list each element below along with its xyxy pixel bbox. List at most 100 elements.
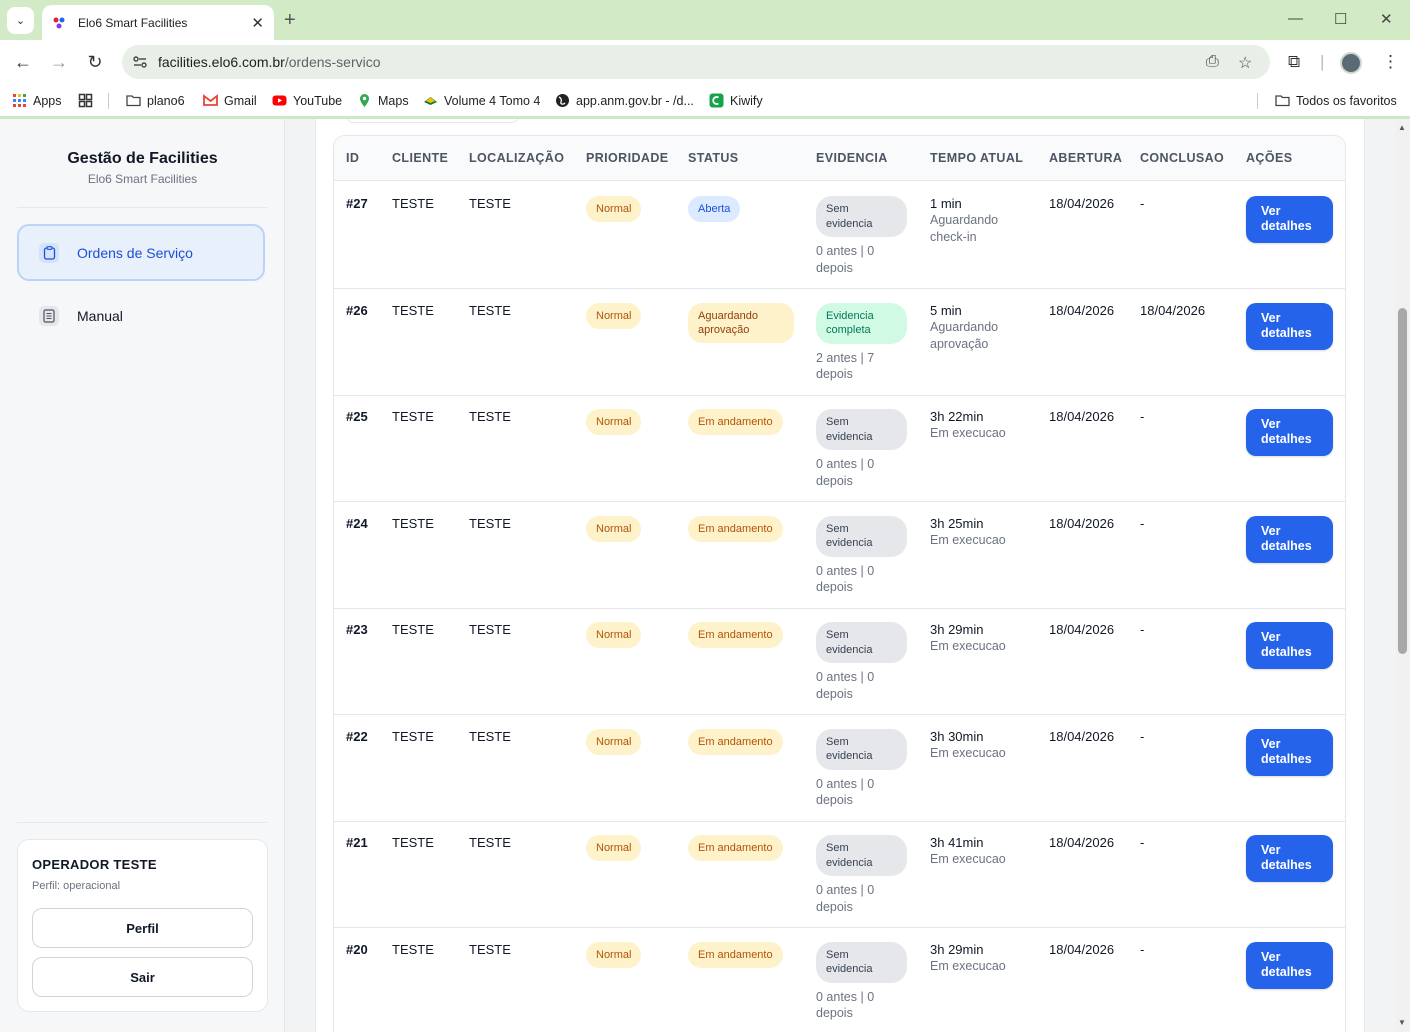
- status-badge: Em andamento: [688, 515, 783, 542]
- site-settings-icon[interactable]: [131, 53, 149, 71]
- table-row: #27 TESTE TESTE Normal Aberta Sem evidencia 0 …: [334, 182, 1345, 289]
- priority-badge: Normal: [586, 941, 642, 968]
- view-details-button[interactable]: Ver detalhes: [1246, 622, 1333, 669]
- opening-date: 18/04/2026: [1049, 196, 1115, 211]
- user-card: OPERADOR TESTE Perfil: operacional Perfi…: [17, 839, 268, 1012]
- current-time-status: Em execucao: [930, 639, 1006, 653]
- extensions-icon[interactable]: ⧉: [1288, 52, 1300, 72]
- scroll-down-arrow-icon[interactable]: ▼: [1398, 1018, 1406, 1027]
- priority-badge: Normal: [586, 622, 642, 648]
- order-location: TESTE: [469, 728, 511, 744]
- bookmark-plano6[interactable]: plano6: [126, 93, 185, 108]
- bookmark-volume[interactable]: Volume 4 Tomo 4: [423, 93, 540, 108]
- priority-badge: Normal: [586, 835, 642, 861]
- current-time-status: Em execucao: [930, 958, 1006, 973]
- clipboard-icon: [39, 242, 59, 263]
- close-window-icon[interactable]: ✕: [1380, 10, 1393, 28]
- profile-avatar[interactable]: [1340, 52, 1362, 74]
- status-badge: Em andamento: [688, 728, 783, 755]
- apps-grid-icon: [13, 94, 26, 107]
- bookmark-youtube[interactable]: YouTube: [272, 93, 342, 108]
- closing-date: -: [1140, 728, 1145, 744]
- column-header-localizacao: LOCALIZAÇÃO: [469, 151, 565, 165]
- view-details-button[interactable]: Ver detalhes: [1246, 835, 1333, 882]
- status-badge: Em andamento: [688, 409, 783, 435]
- order-client: TESTE: [392, 622, 434, 637]
- evidence-count: 0 antes | 0 depois: [816, 670, 875, 701]
- sidebar-item-manual[interactable]: Manual: [17, 287, 265, 344]
- filter-control-partial[interactable]: [345, 119, 520, 123]
- table-row: #23 TESTE TESTE Normal Em andamento Sem evide…: [334, 608, 1345, 715]
- folder-icon: [1275, 95, 1290, 107]
- table-row: #26 TESTE TESTE Normal Aguardando aprovação E…: [334, 289, 1345, 396]
- current-time-status: Em execucao: [930, 532, 1006, 547]
- evidence-count: 0 antes | 0 depois: [816, 989, 875, 1021]
- current-time-status: Aguardando aprovação: [930, 319, 999, 351]
- current-time: 1 min: [930, 196, 962, 211]
- opening-date: 18/04/2026: [1049, 409, 1115, 424]
- install-app-icon[interactable]: ⎙: [1206, 53, 1219, 71]
- evidence-badge: Sem evidencia: [816, 515, 907, 557]
- table-row: #22 TESTE TESTE Normal Em andamento Sem evide…: [334, 715, 1345, 822]
- folder-icon: [126, 95, 141, 107]
- youtube-icon: [272, 95, 287, 106]
- bookmark-anm[interactable]: app.anm.gov.br - /d...: [555, 93, 694, 108]
- evidence-count: 0 antes | 0 depois: [816, 563, 875, 595]
- view-details-button[interactable]: Ver detalhes: [1246, 728, 1333, 776]
- opening-date: 18/04/2026: [1049, 728, 1115, 744]
- bookmark-label: Volume 4 Tomo 4: [444, 93, 541, 108]
- grid-icon: [78, 93, 93, 108]
- profile-button[interactable]: Perfil: [32, 908, 253, 948]
- order-location: TESTE: [469, 515, 511, 531]
- maps-icon: [360, 94, 369, 107]
- back-arrow-icon[interactable]: ←: [12, 52, 34, 73]
- bookmark-star-icon[interactable]: ☆: [1238, 53, 1252, 73]
- priority-badge: Normal: [586, 728, 642, 755]
- bookmark-label: Kiwify: [730, 93, 763, 108]
- logout-button[interactable]: Sair: [32, 957, 253, 997]
- url-path: /ordens-servico: [284, 54, 381, 70]
- current-time: 3h 25min: [930, 515, 984, 531]
- browser-tab-active[interactable]: Elo6 Smart Facilities ✕: [42, 5, 274, 40]
- address-bar[interactable]: facilities.elo6.com.br/ordens-servico ⎙ …: [122, 45, 1270, 79]
- new-tab-button[interactable]: +: [284, 9, 296, 32]
- closing-date: -: [1140, 515, 1145, 531]
- view-details-button[interactable]: Ver detalhes: [1246, 409, 1333, 456]
- bookmark-maps[interactable]: Maps: [357, 93, 409, 108]
- volume-icon: [424, 97, 437, 105]
- document-icon: [39, 305, 59, 326]
- bookmark-kiwify[interactable]: Kiwify: [709, 93, 763, 108]
- current-time: 3h 29min: [930, 622, 984, 637]
- minimize-window-icon[interactable]: —: [1288, 10, 1303, 27]
- bookmark-all-favorites[interactable]: Todos os favoritos: [1275, 93, 1397, 108]
- current-time-status: Aguardando check-in: [930, 213, 999, 244]
- order-client: TESTE: [392, 515, 434, 531]
- current-time: 3h 29min: [930, 941, 984, 957]
- view-details-button[interactable]: Ver detalhes: [1246, 941, 1333, 989]
- kiwify-icon: [709, 93, 724, 108]
- tab-title: Elo6 Smart Facilities: [78, 15, 188, 30]
- maximize-window-icon[interactable]: ☐: [1334, 10, 1347, 28]
- tab-close-icon[interactable]: ✕: [251, 14, 264, 32]
- view-details-button[interactable]: Ver detalhes: [1246, 196, 1333, 243]
- scroll-up-arrow-icon[interactable]: ▲: [1398, 123, 1406, 132]
- toolbar-divider: |: [1320, 52, 1325, 71]
- evidence-badge: Sem evidencia: [816, 622, 907, 663]
- page-scrollbar[interactable]: ▲ ▼: [1395, 119, 1410, 1032]
- bookmark-grid[interactable]: [78, 93, 99, 108]
- bookmark-gmail[interactable]: Gmail: [203, 93, 257, 108]
- forward-arrow-icon[interactable]: →: [48, 52, 70, 73]
- tab-search-button[interactable]: ⌄: [7, 7, 34, 34]
- view-details-button[interactable]: Ver detalhes: [1246, 302, 1333, 350]
- reload-icon[interactable]: ↻: [84, 52, 106, 73]
- column-header-status: STATUS: [688, 151, 739, 165]
- sidebar-item-ordens-servico[interactable]: Ordens de Serviço: [17, 224, 265, 281]
- bookmark-apps[interactable]: Apps: [12, 93, 62, 108]
- order-id: #23: [346, 622, 368, 637]
- browser-menu-icon[interactable]: ⋮: [1382, 52, 1399, 72]
- view-details-button[interactable]: Ver detalhes: [1246, 515, 1333, 563]
- order-client: TESTE: [392, 302, 434, 318]
- evidence-count: 0 antes | 0 depois: [816, 883, 875, 914]
- table-row: #20 TESTE TESTE Normal Em andamento Sem evide…: [334, 928, 1345, 1032]
- scrollbar-thumb[interactable]: [1398, 308, 1407, 654]
